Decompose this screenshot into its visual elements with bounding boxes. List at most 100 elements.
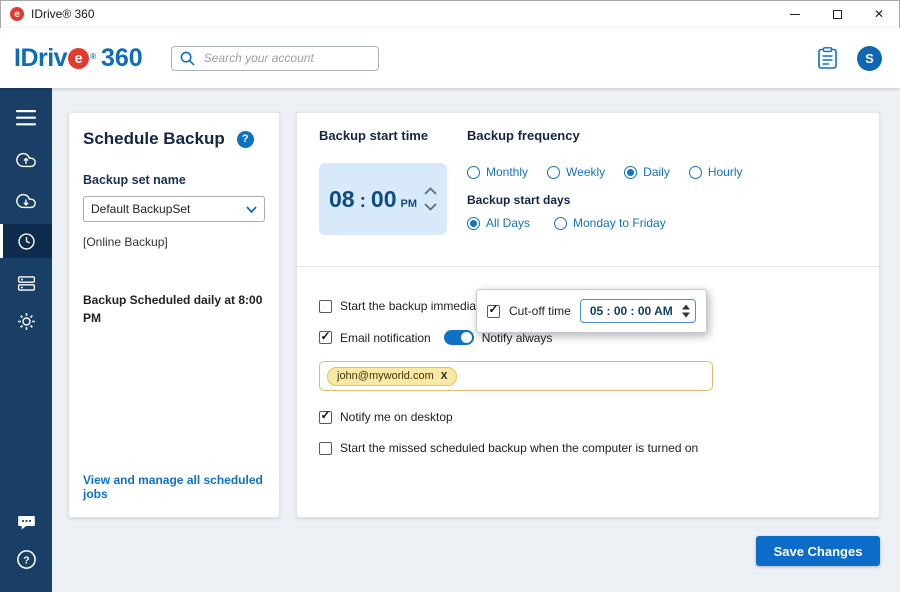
section-divider [297,266,879,267]
cutoff-time-popup: Cut-off time 05 : 00 : 00 AM [476,289,707,333]
save-changes-button[interactable]: Save Changes [756,536,880,566]
devices-icon[interactable] [0,266,52,300]
logo-registered-mark: ® [90,52,96,61]
maximize-icon [833,10,842,19]
radio-circle [547,166,560,179]
email-notification-checkbox[interactable] [319,331,332,344]
missed-backup-checkbox[interactable] [319,442,332,455]
backup-set-select[interactable]: Default BackupSet [83,196,265,222]
radio-circle [467,217,480,230]
radio-circle [624,166,637,179]
cutoff-label: Cut-off time [509,304,571,318]
maximize-button[interactable] [816,0,858,28]
app-header: IDrive® 360 S [0,28,900,88]
cloud-restore-icon[interactable] [0,184,52,218]
time-picker[interactable]: 08 : 00 PM [319,163,447,235]
notify-desktop-label: Notify me on desktop [340,410,453,424]
radio-monthly[interactable]: Monthly [467,165,528,179]
minimize-button[interactable] [774,0,816,28]
account-search[interactable] [171,46,379,71]
window-title: IDrive® 360 [31,7,95,21]
settings-icon[interactable] [0,304,52,338]
radio-circle [554,217,567,230]
email-notification-label: Email notification [340,331,431,345]
chat-icon[interactable] [0,505,52,539]
time-spinner-up-icon[interactable] [424,187,437,195]
backup-start-time-label: Backup start time [319,128,428,143]
cutoff-checkbox[interactable] [487,305,500,318]
backup-frequency-label: Backup frequency [467,128,580,143]
start-days-radio-group: All Days Monday to Friday [467,216,666,230]
radio-label: Monday to Friday [573,216,666,230]
cutoff-time-value: 05 : 00 : 00 AM [590,304,673,318]
cloud-backup-icon[interactable] [0,143,52,177]
titlebar-left: e IDrive® 360 [10,7,95,21]
chevron-down-icon [246,206,257,213]
time-spinner-down-icon[interactable] [424,203,437,211]
cutoff-spinner-up-icon[interactable] [682,305,690,310]
notify-desktop-option[interactable]: Notify me on desktop [319,410,453,424]
missed-backup-label: Start the missed scheduled backup when t… [340,441,698,455]
radio-circle [467,166,480,179]
radio-label: Weekly [566,165,605,179]
radio-weekly[interactable]: Weekly [547,165,605,179]
notify-desktop-checkbox[interactable] [319,411,332,424]
main-content: Schedule Backup Backup set name Default … [52,88,900,592]
backup-set-selected-value: Default BackupSet [91,202,190,216]
missed-backup-option[interactable]: Start the missed scheduled backup when t… [319,441,698,455]
radio-hourly[interactable]: Hourly [689,165,743,179]
help-question-icon[interactable] [237,131,254,148]
notify-toggle[interactable] [444,330,474,345]
logo-360: 360 [101,44,143,73]
backup-start-days-label: Backup start days [467,193,570,207]
time-spinner [424,187,437,211]
schedule-settings-panel: Backup start time 08 : 00 PM Backup freq… [296,112,880,518]
backup-type-label: [Online Backup] [83,235,265,249]
time-ampm: PM [401,198,418,210]
scheduler-icon[interactable] [0,224,52,258]
frequency-radio-group: Monthly Weekly Daily Hourly [467,165,743,179]
schedule-status-text: Backup Scheduled daily at 8:00 PM [83,291,265,327]
radio-label: Hourly [708,165,743,179]
close-icon [874,5,884,23]
cutoff-spin-arrows [682,305,690,318]
radio-daily[interactable]: Daily [624,165,670,179]
manage-scheduled-jobs-link[interactable]: View and manage all scheduled jobs [83,473,279,501]
close-button[interactable] [858,0,900,28]
time-minute: 00 [371,186,397,213]
backup-set-name-label: Backup set name [83,173,265,187]
logo-e-badge: e [68,48,89,69]
email-recipients-field[interactable]: john@myworld.com X [319,361,713,391]
reports-icon[interactable] [818,47,837,69]
menu-icon[interactable] [0,101,52,135]
time-display: 08 : 00 PM [329,186,417,213]
radio-circle [689,166,702,179]
cutoff-time-spinner[interactable]: 05 : 00 : 00 AM [580,299,696,323]
search-input[interactable] [202,50,370,66]
start-immediately-checkbox[interactable] [319,300,332,313]
idrive-logo: IDrive® 360 [14,44,143,73]
app-icon: e [10,7,24,21]
help-icon[interactable]: ? [0,542,52,576]
logo-text: IDriv [14,44,67,73]
radio-all-days[interactable]: All Days [467,216,530,230]
cutoff-spinner-down-icon[interactable] [682,313,690,318]
window-controls [774,0,900,28]
svg-text:?: ? [23,554,29,566]
time-hour: 08 [329,186,355,213]
search-icon [180,51,195,66]
idrive-360-window: e IDrive® 360 IDrive®360 S [0,0,900,592]
radio-label: Monthly [486,165,528,179]
email-tag-remove-icon[interactable]: X [441,371,448,382]
radio-monday-to-friday[interactable]: Monday to Friday [554,216,666,230]
header-actions: S [818,46,882,71]
start-immediately-option[interactable]: Start the backup immediately [319,299,495,313]
schedule-backup-panel: Schedule Backup Backup set name Default … [68,112,280,518]
radio-label: All Days [486,216,530,230]
start-immediately-label: Start the backup immediately [340,299,495,313]
account-avatar[interactable]: S [857,46,882,71]
minimize-icon [790,14,800,15]
time-separator: : [360,191,366,213]
titlebar: e IDrive® 360 [0,0,900,28]
email-tag-text: john@myworld.com [337,370,434,382]
